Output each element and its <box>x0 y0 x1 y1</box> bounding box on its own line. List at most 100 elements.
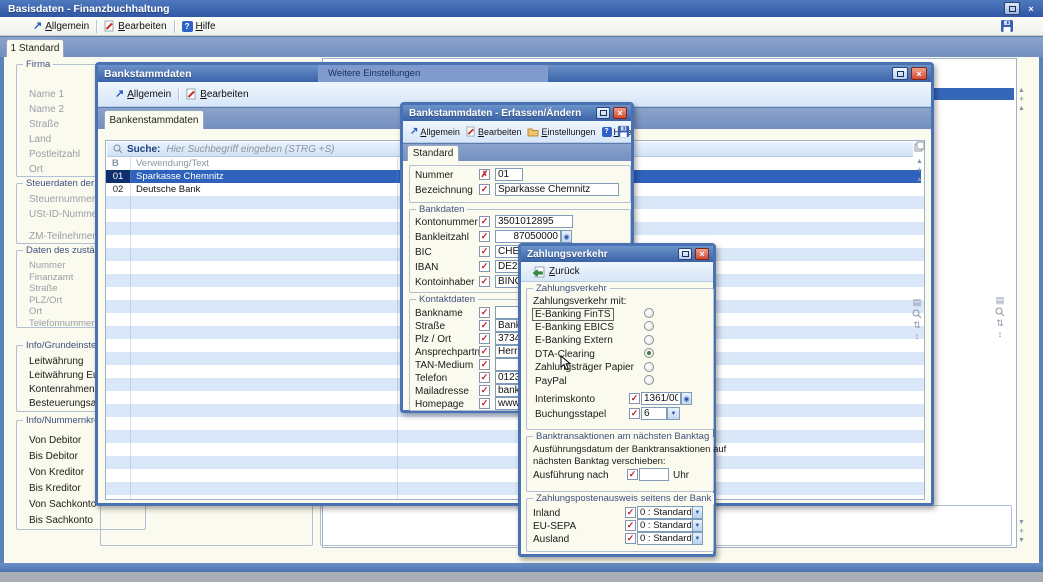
main-titlebar[interactable]: Basisdaten - Finanzbuchhaltung × <box>0 0 1043 17</box>
buchungsstapel-input[interactable] <box>641 407 667 420</box>
dropdown-icon[interactable]: ▼ <box>692 520 702 531</box>
strasse-checkbox[interactable]: ✓ <box>479 320 490 331</box>
bankname-checkbox[interactable]: ✓ <box>479 307 490 318</box>
close-button[interactable]: × <box>911 67 927 80</box>
kontonummer-checkbox[interactable]: ✓ <box>479 216 490 227</box>
save-button[interactable] <box>617 125 630 138</box>
radio-paypal[interactable] <box>644 375 654 385</box>
ausfuehrung-checkbox[interactable]: ✓ <box>627 469 638 480</box>
menu-hilfe[interactable]: ? Hilfe <box>175 17 223 35</box>
scroll-top-controls[interactable]: ▲ + ▲ <box>1018 86 1025 113</box>
tab-standard[interactable]: Standard <box>407 145 459 161</box>
tan-medium-checkbox[interactable]: ✓ <box>479 359 490 370</box>
interimskonto-lookup-button[interactable]: ◉ <box>681 392 692 405</box>
plz-ort-label: Plz / Ort <box>415 334 451 345</box>
column-header-b[interactable]: B <box>112 158 119 169</box>
iban-checkbox[interactable]: ✓ <box>479 261 490 272</box>
payment-titlebar[interactable]: Zahlungsverkehr × <box>521 246 713 262</box>
menu-allgemein[interactable]: ↗ Allgemein <box>108 82 178 106</box>
nummer-input[interactable] <box>495 168 523 181</box>
expand-icon[interactable]: + <box>916 166 923 175</box>
ansprechpartner-checkbox[interactable]: ✓ <box>479 346 490 357</box>
allgemein-arrow-icon: ↗ <box>33 21 42 31</box>
scroll-up-icon[interactable]: ▲ <box>1018 104 1025 113</box>
bezeichnung-checkbox[interactable]: ✓ <box>479 184 490 195</box>
magnifier-icon[interactable] <box>995 307 1005 317</box>
row-scroll-controls[interactable]: ▲ + ▲ <box>916 157 923 184</box>
option-label-paypal[interactable]: PayPal <box>535 376 567 387</box>
inland-select[interactable]: 0 : Standard ▼ <box>637 506 703 519</box>
telefon-checkbox[interactable]: ✓ <box>479 372 490 383</box>
inland-checkbox[interactable]: ✓ <box>625 507 636 518</box>
tab-bankenstammdaten[interactable]: Bankenstammdaten <box>104 110 204 129</box>
column-header-text[interactable]: Verwendung/Text <box>136 158 209 169</box>
nummer-lock-checkbox[interactable]: ✗ <box>479 169 490 180</box>
eu-sepa-select[interactable]: 0 : Standard ▼ <box>637 519 703 532</box>
kontoinhaber-checkbox[interactable]: ✓ <box>479 276 490 287</box>
sort-asc-icon[interactable]: ⇅ <box>995 318 1005 329</box>
menu-bearbeiten[interactable]: Bearbeiten <box>179 82 255 106</box>
radio-e-banking-extern[interactable] <box>644 335 654 345</box>
grid-icon[interactable]: ▤ <box>912 297 922 308</box>
bezeichnung-input[interactable] <box>495 183 619 196</box>
interimskonto-input[interactable] <box>641 392 681 405</box>
sort-desc-icon[interactable]: ↕ <box>912 331 922 342</box>
menu-allgemein[interactable]: ↗ Allgemein <box>407 121 463 142</box>
list-tools[interactable]: ▤ ⇅ ↕ <box>912 297 922 342</box>
close-button[interactable]: × <box>695 248 709 260</box>
copy-row-button[interactable] <box>914 141 925 152</box>
bankleitzahl-lookup-button[interactable]: ◉ <box>561 230 572 243</box>
expand-icon[interactable]: + <box>1018 527 1025 536</box>
buchungsstapel-checkbox[interactable]: ✓ <box>629 408 640 419</box>
scroll-bottom-controls[interactable]: ▼ + ▼ <box>1018 518 1025 545</box>
maximize-button[interactable] <box>1004 2 1020 15</box>
menu-bearbeiten[interactable]: Bearbeiten <box>97 17 173 35</box>
expand-icon[interactable]: + <box>1018 95 1025 104</box>
maximize-button[interactable] <box>678 248 692 260</box>
edit-titlebar[interactable]: Bankstammdaten - Erfassen/Ändern × <box>403 105 631 121</box>
kontonummer-input[interactable] <box>495 215 573 228</box>
scroll-down-icon[interactable]: ▼ <box>1018 536 1025 545</box>
save-button[interactable] <box>1000 19 1014 33</box>
bankleitzahl-input[interactable] <box>495 230 561 243</box>
sort-asc-icon[interactable]: ⇅ <box>912 320 922 331</box>
radio-e-banking-fints[interactable] <box>644 308 654 318</box>
option-label-fints[interactable]: E-Banking FinTS <box>532 308 614 321</box>
menu-bearbeiten[interactable]: Bearbeiten <box>463 121 525 142</box>
list-tools-right[interactable]: ▤ ⇅ ↕ <box>995 295 1005 340</box>
scroll-up-icon[interactable]: ▲ <box>916 175 923 184</box>
magnifier-icon[interactable] <box>912 309 922 319</box>
back-button[interactable]: Zurück <box>525 262 587 281</box>
ausland-select[interactable]: 0 : Standard ▼ <box>637 532 703 545</box>
radio-zahlungstraeger-papier[interactable] <box>644 362 654 372</box>
grid-icon[interactable]: ▤ <box>995 295 1005 306</box>
homepage-label: Homepage <box>415 399 464 410</box>
homepage-checkbox[interactable]: ✓ <box>479 398 490 409</box>
radio-dta-clearing[interactable] <box>644 348 654 358</box>
option-label-extern[interactable]: E-Banking Extern <box>535 335 613 346</box>
menu-einstellungen[interactable]: Einstellungen <box>524 121 598 142</box>
mailadresse-checkbox[interactable]: ✓ <box>479 385 490 396</box>
buchungsstapel-dropdown-button[interactable]: ▼ <box>667 407 680 420</box>
menu-allgemein[interactable]: ↗ Allgemein <box>26 17 96 35</box>
dropdown-icon[interactable]: ▼ <box>692 533 702 544</box>
eu-sepa-checkbox[interactable]: ✓ <box>625 520 636 531</box>
radio-e-banking-ebics[interactable] <box>644 321 654 331</box>
maximize-button[interactable] <box>596 107 610 119</box>
sort-desc-icon[interactable]: ↕ <box>995 329 1005 340</box>
interimskonto-checkbox[interactable]: ✓ <box>629 393 640 404</box>
option-label-ebics[interactable]: E-Banking EBICS <box>535 322 614 333</box>
copy-icon <box>914 141 925 152</box>
bankleitzahl-checkbox[interactable]: ✓ <box>479 231 490 242</box>
ausfuehrung-input[interactable] <box>639 468 669 481</box>
dropdown-icon[interactable]: ▼ <box>692 507 702 518</box>
close-button[interactable]: × <box>1023 2 1039 15</box>
plz-ort-checkbox[interactable]: ✓ <box>479 333 490 344</box>
ausland-checkbox[interactable]: ✓ <box>625 533 636 544</box>
close-button[interactable]: × <box>613 107 627 119</box>
maximize-button[interactable] <box>892 67 908 80</box>
tab-1-standard[interactable]: 1 Standard <box>6 39 64 57</box>
bic-checkbox[interactable]: ✓ <box>479 246 490 257</box>
option-label-papier[interactable]: Zahlungsträger Papier <box>535 362 634 373</box>
desktop: Basisdaten - Finanzbuchhaltung × ↗ Allge… <box>0 0 1043 582</box>
